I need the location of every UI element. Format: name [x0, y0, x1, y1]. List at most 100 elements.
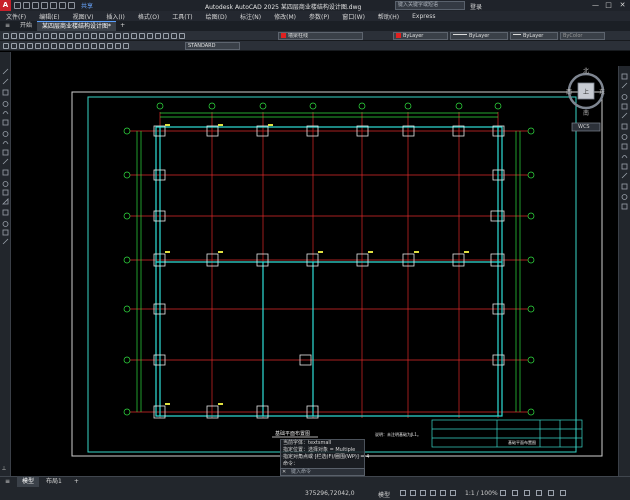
menu-view[interactable]: 视图(V): [73, 12, 94, 21]
layer-state-icon[interactable]: [11, 42, 17, 49]
menu-parametric[interactable]: 参数(P): [309, 12, 329, 21]
print-icon[interactable]: [27, 32, 33, 39]
plot-style-dropdown[interactable]: ByColor: [560, 32, 605, 40]
angular-icon[interactable]: [59, 42, 65, 49]
annotation-scale[interactable]: 1:1 / 100%: [465, 490, 498, 497]
ortho-icon[interactable]: [420, 490, 426, 496]
lineweight-dropdown[interactable]: ByLayer: [510, 32, 558, 40]
quick-dim-icon[interactable]: [67, 42, 73, 49]
dim-update-icon[interactable]: [123, 42, 129, 49]
aligned-dim-icon[interactable]: [27, 42, 33, 49]
autocad-logo[interactable]: A: [0, 0, 11, 11]
save-icon[interactable]: [32, 2, 39, 9]
customize-icon[interactable]: [560, 490, 566, 496]
menu-tools[interactable]: 工具(T): [172, 12, 192, 21]
grid-icon[interactable]: [400, 490, 406, 496]
hamburger-icon[interactable]: ≡: [0, 21, 15, 31]
publish-icon[interactable]: [43, 32, 49, 39]
sheet-set-icon[interactable]: [155, 32, 161, 39]
menu-insert[interactable]: 插入(I): [106, 12, 124, 21]
coordinate-readout[interactable]: 375296,72042,0: [305, 490, 355, 497]
menu-modify[interactable]: 修改(M): [274, 12, 296, 21]
new-tab-button[interactable]: +: [116, 21, 129, 31]
new-icon[interactable]: [14, 2, 21, 9]
leader-icon[interactable]: [91, 42, 97, 49]
text-style-dropdown[interactable]: STANDARD: [185, 42, 240, 50]
clean-screen-icon[interactable]: [548, 490, 554, 496]
undo-icon[interactable]: [59, 2, 66, 9]
design-center-icon[interactable]: [139, 32, 145, 39]
search-input[interactable]: 键入关键字或短语: [395, 1, 465, 10]
wcs-menu[interactable]: WCS: [578, 124, 590, 130]
zoom-previous-icon[interactable]: [123, 32, 129, 39]
menu-window[interactable]: 窗口(W): [342, 12, 365, 21]
menu-format[interactable]: 格式(O): [138, 12, 159, 21]
markup-icon[interactable]: [163, 32, 169, 39]
new-icon[interactable]: [3, 32, 9, 39]
save-icon[interactable]: [19, 32, 25, 39]
tab-start[interactable]: 开始: [15, 21, 37, 31]
menu-help[interactable]: 帮助(H): [378, 12, 399, 21]
add-layout-button[interactable]: +: [69, 476, 84, 487]
redo-icon[interactable]: [91, 32, 97, 39]
print-icon[interactable]: [50, 2, 57, 9]
baseline-icon[interactable]: [75, 42, 81, 49]
viewcube-north[interactable]: 北: [583, 66, 589, 75]
redo-icon[interactable]: [68, 2, 75, 9]
share-button[interactable]: 共享: [81, 1, 93, 10]
cut-icon[interactable]: [51, 32, 57, 39]
menu-file[interactable]: 文件(F): [6, 12, 26, 21]
viewcube-east[interactable]: 东: [599, 87, 605, 96]
layer-manager-icon[interactable]: [3, 42, 9, 49]
color-dropdown[interactable]: ByLayer: [393, 32, 448, 40]
match-icon[interactable]: [75, 32, 81, 39]
menu-dimension[interactable]: 标注(N): [240, 12, 261, 21]
menu-express[interactable]: Express: [412, 13, 435, 20]
arc-dim-icon[interactable]: [35, 42, 41, 49]
snap-icon[interactable]: [410, 490, 416, 496]
command-input[interactable]: ✕ 键入命令: [280, 468, 365, 476]
viewcube-top[interactable]: 上: [583, 87, 589, 96]
zoom-icon[interactable]: [107, 32, 113, 39]
sign-in-button[interactable]: 登录: [470, 2, 482, 11]
layout-menu-icon[interactable]: ≡: [0, 476, 15, 487]
maximize-button[interactable]: □: [604, 1, 613, 10]
viewcube-south[interactable]: 南: [583, 108, 589, 117]
workspace-icon[interactable]: [500, 490, 506, 496]
preview-icon[interactable]: [35, 32, 41, 39]
pan-icon[interactable]: [99, 32, 105, 39]
minimize-button[interactable]: —: [591, 1, 600, 10]
radius-icon[interactable]: [43, 42, 49, 49]
model-space-toggle[interactable]: 模型: [378, 490, 390, 499]
viewcube[interactable]: 北 南 东 西 上 WCS: [564, 65, 609, 133]
diameter-icon[interactable]: [51, 42, 57, 49]
linetype-dropdown[interactable]: ByLayer: [450, 32, 508, 40]
help-icon[interactable]: [179, 32, 185, 39]
settings-gear-icon[interactable]: [512, 490, 518, 496]
viewcube-west[interactable]: 西: [566, 87, 572, 96]
tab-drawing[interactable]: 某四层商业楼结构设计图*: [37, 21, 117, 31]
zoom-window-icon[interactable]: [115, 32, 121, 39]
close-button[interactable]: ✕: [618, 1, 627, 10]
otrack-icon[interactable]: [450, 490, 456, 496]
paste-icon[interactable]: [67, 32, 73, 39]
open-icon[interactable]: [11, 32, 17, 39]
tab-layout1[interactable]: 布局1: [41, 476, 67, 487]
tab-model[interactable]: 模型: [17, 476, 40, 487]
osnap-icon[interactable]: [440, 490, 446, 496]
tool-palette-icon[interactable]: [147, 32, 153, 39]
isolate-icon[interactable]: [524, 490, 530, 496]
dim-edit-icon[interactable]: [115, 42, 121, 49]
copy-icon[interactable]: [59, 32, 65, 39]
menu-draw[interactable]: 绘图(D): [206, 12, 227, 21]
draw-tools-icons[interactable]: ⟂: [0, 52, 11, 476]
calculator-icon[interactable]: [171, 32, 177, 39]
properties-icon[interactable]: [131, 32, 137, 39]
undo-icon[interactable]: [83, 32, 89, 39]
open-icon[interactable]: [23, 2, 30, 9]
linear-dim-icon[interactable]: [19, 42, 25, 49]
close-command-icon[interactable]: ✕: [282, 469, 286, 475]
drawing-canvas[interactable]: [0, 0, 630, 500]
menu-edit[interactable]: 编辑(E): [39, 12, 59, 21]
tolerance-icon[interactable]: [99, 42, 105, 49]
